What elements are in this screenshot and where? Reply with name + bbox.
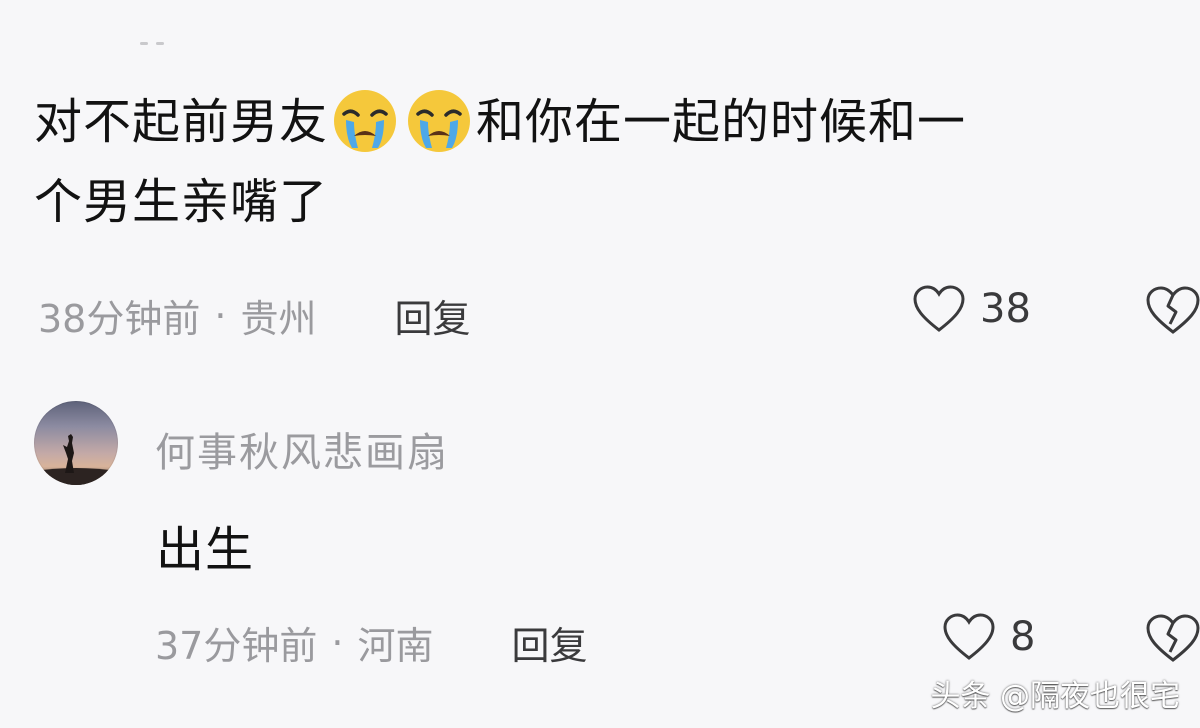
- comment-meta: 38分钟前 · 贵州 回复: [38, 288, 470, 343]
- like-count: 8: [1010, 614, 1036, 660]
- broken-heart-icon[interactable]: [1144, 284, 1200, 336]
- cropped-header-fragment: [140, 30, 180, 45]
- reply-text: 出生: [156, 522, 255, 578]
- heart-outline-icon: [943, 613, 995, 660]
- broken-heart-icon[interactable]: [1144, 612, 1200, 664]
- reply-button[interactable]: 回复: [511, 615, 587, 670]
- comment-text: 对不起前男友 和你在一起的时候和一 个男生亲嘴了: [34, 82, 1200, 242]
- reply-location: 河南: [357, 624, 434, 668]
- reply-button[interactable]: 回复: [394, 288, 470, 343]
- watermark: 头条 @隔夜也很宅: [930, 679, 1180, 714]
- avatar[interactable]: [34, 401, 118, 485]
- comment-time: 38分钟前: [38, 297, 201, 341]
- reply-username[interactable]: 何事秋风悲画扇: [155, 420, 449, 478]
- silhouette-figure-icon: [34, 434, 118, 485]
- like-button[interactable]: 8: [942, 612, 1035, 662]
- like-button[interactable]: 38: [912, 284, 1031, 334]
- reply-meta: 37分钟前 · 河南 回复: [155, 615, 587, 670]
- comment-text-part1: 对不起前男友: [34, 94, 329, 150]
- like-count: 38: [980, 286, 1031, 332]
- comment-text-line2: 个男生亲嘴了: [34, 174, 329, 230]
- comment-text-part2: 和你在一起的时候和一: [476, 94, 967, 150]
- meta-separator: ·: [331, 620, 344, 665]
- crying-face-emoji-icon: [408, 90, 471, 152]
- meta-separator: ·: [214, 293, 227, 338]
- reply-time: 37分钟前: [155, 624, 318, 668]
- heart-outline-icon: [913, 285, 965, 332]
- comment-location: 贵州: [240, 297, 317, 341]
- crying-face-emoji-icon: [334, 90, 397, 152]
